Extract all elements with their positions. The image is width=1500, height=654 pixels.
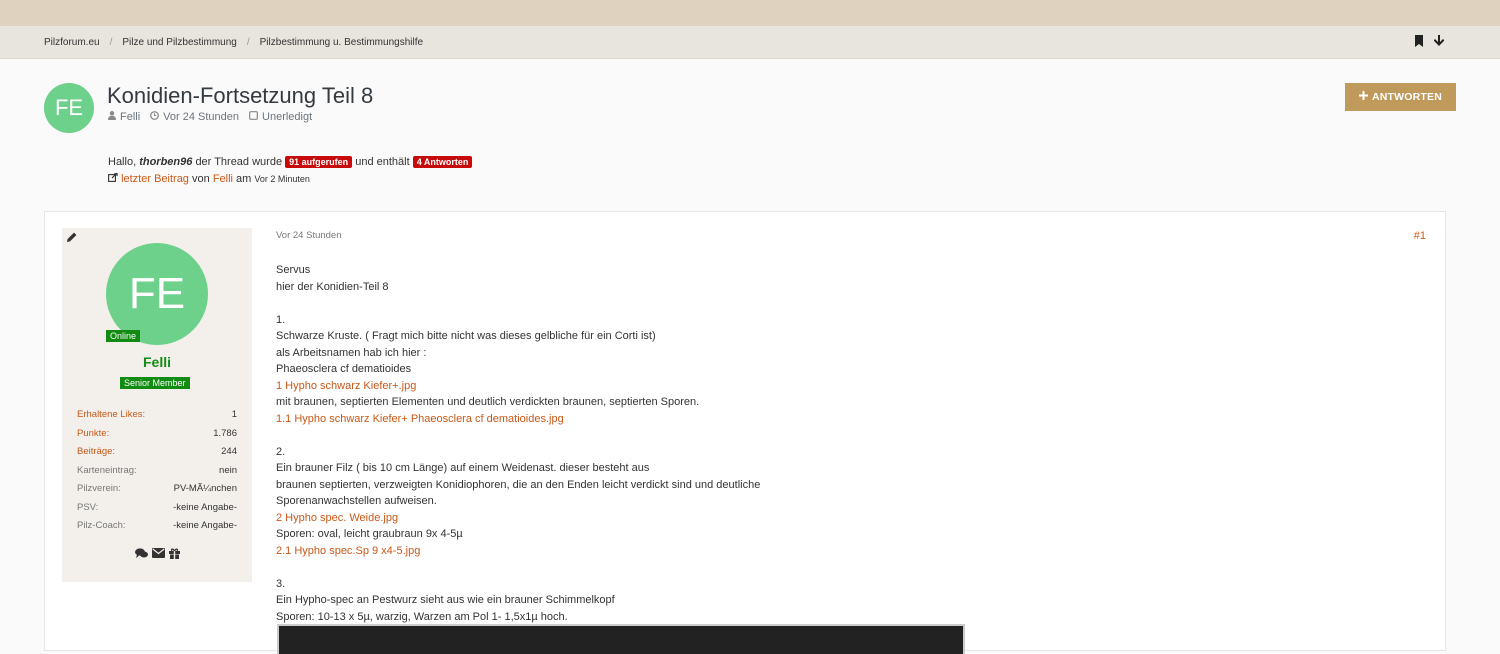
stat-label[interactable]: Beiträge: (77, 445, 115, 464)
stat-value: nein (219, 464, 237, 476)
current-username: thorben96 (139, 156, 193, 168)
envelope-icon[interactable] (151, 548, 165, 562)
breadcrumb-item-category[interactable]: Pilze und Pilzbestimmung (122, 37, 237, 48)
post-line: als Arbeitsnamen hab ich hier : (276, 346, 427, 359)
gift-icon[interactable] (168, 548, 180, 562)
stat-label: Karteneintrag: (77, 464, 137, 476)
clock-icon (150, 111, 160, 123)
thread-info: Hallo, thorben96 der Thread wurde 91 auf… (108, 154, 473, 188)
info-text: der Thread wurde (195, 156, 283, 168)
breadcrumb: Pilzforum.eu / Pilze und Pilzbestimmung … (0, 26, 1500, 59)
stat-value: -keine Angabe- (173, 520, 237, 531)
post-line: Schwarze Kruste. ( Fragt mich bitte nich… (276, 330, 656, 342)
post-line: 2 Hypho spec. Weide.jpg (276, 510, 1426, 527)
user-actions (62, 548, 252, 562)
stat-value: 1.786 (213, 427, 237, 439)
post-line: Servus (276, 264, 311, 276)
stat-label: Pilz-Coach: (77, 520, 126, 531)
stat-value: 1 (231, 409, 237, 420)
plus-icon (1358, 91, 1368, 103)
arrow-down-icon[interactable] (1433, 35, 1445, 50)
post-line (276, 295, 1426, 312)
post-line: 2. (276, 445, 286, 458)
post-line: Sporen: 10-13 x 5µ, warzig, Warzen am Po… (276, 610, 568, 623)
comments-icon[interactable] (134, 548, 148, 562)
greeting: Hallo, (108, 156, 137, 168)
post-line: hier der Konidien-Teil 8 (276, 280, 389, 293)
stat-value: -keine Angabe- (173, 501, 237, 513)
post-line: Phaeosclera cf dematioides (276, 363, 412, 375)
attachment-link[interactable]: 2 Hypho spec. Weide.jpg (276, 512, 398, 524)
user-icon (108, 111, 116, 123)
post-number[interactable]: #1 (1414, 230, 1426, 242)
rank-badge: Senior Member (120, 377, 190, 389)
attachment-link[interactable]: 1.1 Hypho schwarz Kiefer+ Phaeosclera cf… (276, 413, 564, 425)
pencil-icon[interactable] (67, 232, 77, 245)
stat-row: Punkte: 1.786 (77, 427, 237, 446)
post-content: Vor 24 Stunden #1 Servus hier der Konidie… (276, 230, 1426, 625)
post-line: 1. (276, 313, 286, 326)
bookmark-icon[interactable] (1414, 35, 1424, 50)
stat-row: Pilz-Coach: -keine Angabe- (77, 519, 237, 538)
post-time[interactable]: Vor 24 Stunden (276, 230, 1426, 241)
post-line: mit braunen, septierten Elementen und de… (276, 396, 700, 408)
user-stats: Erhaltene Likes: 1 Punkte: 1.786 Beiträge:… (77, 408, 237, 538)
at-text: am (236, 173, 252, 185)
stat-row: PSV: -keine Angabe- (77, 501, 237, 520)
post-body: Servus hier der Konidien-Teil 8 1. Schwarze… (276, 262, 1426, 625)
post-author-name[interactable]: Felli (62, 354, 252, 370)
post-image[interactable] (277, 624, 965, 654)
thread-header: FE Konidien-Fortsetzung Teil 8 Felli Vor… (44, 83, 1456, 143)
user-sidebar: FE Online Felli Senior Member Erhaltene … (62, 228, 252, 582)
post-line: Ein Hypho-spec an Pestwurz sieht aus wie… (276, 594, 615, 606)
post-line: 2.1 Hypho spec.Sp 9 x4-5.jpg (276, 543, 1426, 560)
post-line: braunen septierten, verzweigten Konidiop… (276, 478, 761, 491)
page-title: Konidien-Fortsetzung Teil 8 (107, 83, 374, 108)
checkbox-icon (249, 111, 258, 123)
stat-value: PV-MÃ¼nchen (173, 483, 237, 494)
online-badge: Online (106, 330, 141, 342)
last-post-time: Vor 2 Minuten (254, 174, 310, 184)
thread-meta: Felli Vor 24 Stunden Unerledigt (108, 111, 312, 123)
breadcrumb-item-board[interactable]: Pilzbestimmung u. Bestimmungshilfe (260, 37, 423, 48)
top-bar (0, 0, 1500, 26)
attachment-link[interactable]: 1 Hypho schwarz Kiefer+.jpg (276, 380, 416, 392)
last-post-link[interactable]: letzter Beitrag (121, 173, 189, 185)
breadcrumb-separator: / (109, 36, 113, 48)
post-line: 3. (276, 577, 286, 590)
stat-value: 244 (221, 446, 237, 457)
post-line (276, 559, 1426, 576)
thread-status: Unerledigt (262, 111, 313, 123)
share-icon (108, 172, 121, 185)
stat-row: Erhaltene Likes: 1 (77, 408, 237, 427)
replies-badge: 4 Antworten (412, 156, 473, 168)
stat-row: Pilzverein: PV-MÃ¼nchen (77, 482, 237, 501)
post-container: FE Online Felli Senior Member Erhaltene … (44, 211, 1446, 654)
thread-time: Vor 24 Stunden (163, 111, 240, 123)
attachment-link[interactable]: 2.1 Hypho spec.Sp 9 x4-5.jpg (276, 545, 420, 557)
info-text-and: und enthält (355, 156, 410, 168)
breadcrumb-separator: / (246, 36, 250, 48)
last-post-author[interactable]: Felli (213, 173, 233, 185)
reply-button-label: ANTWORTEN (1371, 91, 1443, 103)
post-line: Ein brauner Filz ( bis 10 cm Länge) auf … (276, 462, 650, 474)
views-badge: 91 aufgerufen (285, 156, 353, 168)
stat-label: PSV: (77, 501, 99, 513)
by-text: von (192, 173, 210, 185)
thread-author[interactable]: Felli (120, 111, 140, 123)
post-line: Sporen: oval, leicht graubraun 9x 4-5µ (276, 528, 463, 540)
stat-label[interactable]: Punkte: (77, 427, 109, 446)
stat-label: Pilzverein: (77, 483, 121, 494)
reply-button[interactable]: ANTWORTEN (1345, 83, 1456, 111)
stat-row: Karteneintrag: nein (77, 464, 237, 483)
post-line (276, 427, 1426, 444)
post-line: 1.1 Hypho schwarz Kiefer+ Phaeosclera cf… (276, 411, 1426, 428)
post-line: Sporenanwachstellen aufweisen. (276, 495, 437, 507)
breadcrumb-item-home[interactable]: Pilzforum.eu (44, 37, 100, 48)
post-line: 1 Hypho schwarz Kiefer+.jpg (276, 378, 1426, 395)
thread-author-avatar[interactable]: FE (44, 83, 94, 133)
stat-label[interactable]: Erhaltene Likes: (77, 408, 145, 427)
stat-row: Beiträge: 244 (77, 445, 237, 464)
